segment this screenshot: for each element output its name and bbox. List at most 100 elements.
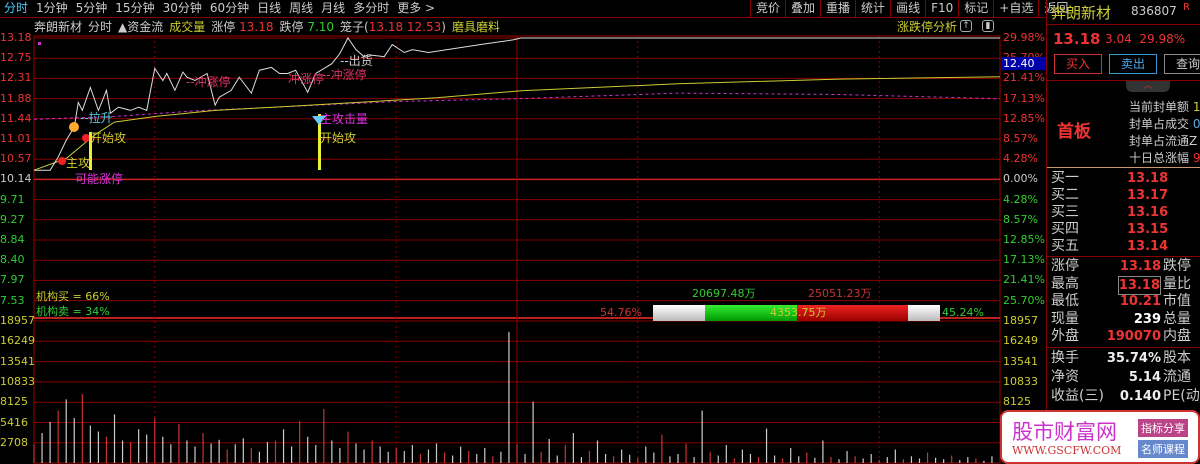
buy-button[interactable]: 买入 (1054, 54, 1102, 74)
bid-price: 13.16 (1127, 205, 1169, 220)
change-percent: 29.98% (1139, 32, 1186, 46)
stat-value: 13.18 (1119, 259, 1161, 274)
bid-label: 买四 (1051, 221, 1079, 237)
seal-value: 9 (1192, 151, 1200, 165)
watermark-url: WWW.GSCFW.COM (1012, 444, 1122, 457)
watermark-site: 股市财富网 (1012, 420, 1117, 444)
percent-tick: 17.13% (1003, 253, 1045, 267)
panel-price: 13.18 (1053, 30, 1101, 48)
collapse-icon[interactable]: ︿ (1126, 81, 1170, 92)
percent-tick: 4.28% (1003, 192, 1038, 206)
seal-label: 封单占流通Z (1129, 134, 1198, 148)
fin-value: 35.74% (1106, 351, 1161, 366)
watermark-tag-share[interactable]: 指标分享 (1138, 419, 1188, 437)
price-tick: 7.97 (0, 273, 25, 287)
annotation-attack-volume: 主攻击量 (320, 112, 369, 126)
bid-price: 13.15 (1127, 222, 1169, 237)
percent-tick: 0.00% (1003, 172, 1038, 186)
price-tick: 8.40 (0, 253, 25, 267)
price-tick: 9.71 (0, 192, 25, 206)
bid-row: 买一 13.18 (1051, 170, 1200, 187)
stat-label: 涨停 (1051, 258, 1079, 274)
cursor-price-tag: 12.40 (1001, 57, 1046, 70)
volume-tick: 16249 (0, 334, 35, 348)
seal-value: 1 (1192, 100, 1200, 114)
panel-change: 3.04 29.98% (1105, 32, 1185, 46)
net-amount: 4353.75万 (770, 306, 827, 319)
bid-row: 买四 13.15 (1051, 221, 1200, 238)
bar-gray-right (907, 305, 940, 321)
fin-label-2: 流通 (1163, 369, 1191, 385)
stat-row: 最低 10.21 市值 (1051, 293, 1200, 310)
annotation-chase-limit-2: 冲涨停 (288, 72, 325, 86)
bid-label: 买二 (1051, 187, 1079, 203)
seal-label: 当前封单额 (1129, 100, 1190, 114)
left-percent: 54.76% (600, 306, 642, 319)
volume-tick-right: 13541 (1003, 354, 1038, 368)
stat-label-2: 内盘 (1163, 328, 1191, 344)
fin-label: 净资 (1051, 369, 1079, 385)
stat-value: 13.18 (1117, 275, 1161, 295)
price-tick: 12.75 (0, 51, 32, 65)
stat-value: 190070 (1106, 329, 1161, 344)
volume-tick-right: 16249 (1003, 334, 1038, 348)
stat-label: 最低 (1051, 293, 1079, 309)
seal-value: 0. (1192, 117, 1200, 131)
watermark-tag-course[interactable]: 名师课程 (1138, 440, 1188, 458)
quote-panel: 奔朗新材 836807 R 13.18 3.04 29.98% 买入 卖出 查询… (1046, 0, 1200, 464)
panel-stock-name: 奔朗新材 (1051, 4, 1112, 22)
bid-label: 买三 (1051, 204, 1079, 220)
panel-stock-code: 836807 (1131, 4, 1177, 18)
intraday-chart[interactable] (0, 0, 1046, 464)
price-tick: 13.18 (0, 31, 32, 44)
stat-row: 外盘 190070 内盘 (1051, 328, 1200, 345)
price-tick: 11.01 (0, 132, 32, 145)
annotation-main-attack: 主攻 (66, 156, 91, 170)
fin-row: 净资 5.14 流通 (1051, 369, 1200, 386)
seal-label: 十日总涨幅 (1129, 151, 1190, 165)
bid-row: 买三 13.16 (1051, 204, 1200, 221)
query-button[interactable]: 查询 (1164, 54, 1200, 74)
annotation-start-attack: 开始攻 (90, 131, 127, 145)
annotation-start-attack-2: 开始攻 (320, 131, 357, 145)
stat-value: 239 (1133, 311, 1161, 327)
bid-row: 买二 13.17 (1051, 187, 1200, 204)
seal-row: 十日总涨幅 9 (1129, 149, 1200, 166)
coin-icon (69, 122, 79, 132)
annotation-sell-off: --出货 (340, 54, 373, 68)
fin-row: 收益(三) 0.140 PE(动 (1051, 388, 1200, 405)
volume-tick: 10833 (0, 374, 35, 388)
bid-label: 买五 (1051, 238, 1079, 254)
annotation-possible-limit: 可能涨停 (75, 172, 124, 186)
annotation-chase-limit-3: --冲涨停 (322, 68, 367, 82)
price-tick: 11.88 (0, 91, 32, 105)
volume-tick: 5416 (0, 415, 28, 429)
stat-row: 涨停 13.18 跌停 (1051, 258, 1200, 275)
sell-button[interactable]: 卖出 (1109, 54, 1157, 74)
stat-row: 现量 239 总量 (1051, 311, 1200, 328)
stat-value: 10.21 (1119, 294, 1161, 309)
change-value: 3.04 (1105, 32, 1132, 46)
volume-tick: 18957 (0, 314, 35, 327)
volume-tick-right: 18957 (1003, 314, 1038, 327)
fin-label: 收益(三) (1051, 388, 1104, 404)
percent-tick: 29.98% (1003, 31, 1045, 44)
price-tick: 10.14 (0, 172, 32, 186)
percent-tick: 21.41% (1003, 273, 1045, 287)
fin-row: 换手 35.74% 股本 (1051, 350, 1200, 367)
seal-row: 封单占流通Z (1129, 132, 1197, 149)
institution-buy: 机构买 = 66% (36, 290, 110, 303)
bid-price: 13.14 (1127, 239, 1169, 254)
sell-amount: 25051.23万 (808, 287, 872, 300)
seal-row: 当前封单额 1 (1129, 98, 1200, 115)
seal-row: 封单占成交 0. (1129, 115, 1200, 132)
fin-label-2: 股本 (1163, 350, 1191, 366)
institution-sell: 机构卖 = 34% (36, 305, 110, 318)
bid-price: 13.17 (1127, 188, 1169, 203)
watermark: 股市财富网 WWW.GSCFW.COM 指标分享 名师课程 (1000, 410, 1200, 464)
start-attack-icon (82, 134, 90, 142)
volume-tick-right: 10833 (1003, 374, 1038, 388)
volume-tick: 8125 (0, 395, 28, 409)
bar-gray-left (653, 305, 705, 321)
annotation-chase-limit: --冲涨停 (186, 75, 231, 89)
